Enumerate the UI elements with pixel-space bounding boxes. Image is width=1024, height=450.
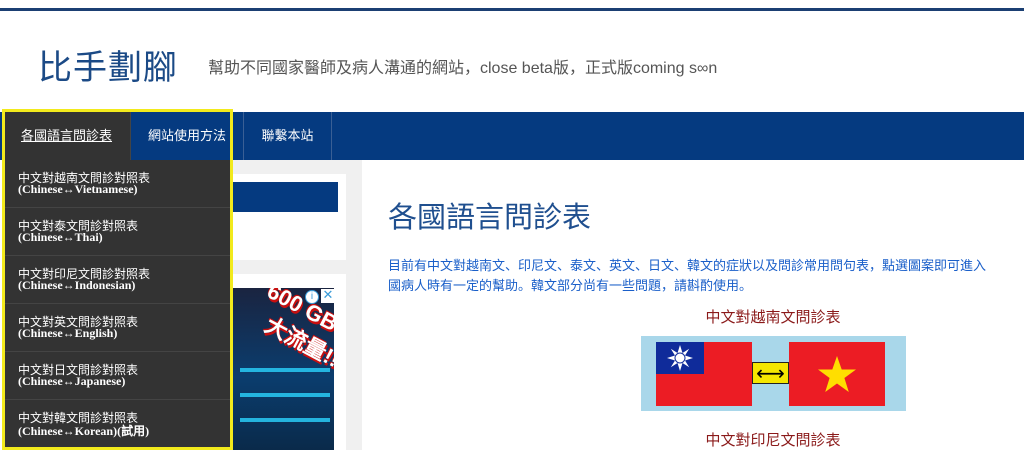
sun-icon <box>667 345 693 371</box>
double-arrow-icon: ⟷ <box>752 362 789 384</box>
dropdown-item-english[interactable]: 中文對英文問診對照表 (Chinese↔English) <box>3 304 232 352</box>
questionnaire-dropdown-menu: 中文對越南文問診對照表 (Chinese↔Vietnamese) 中文對泰文問診… <box>3 160 232 450</box>
nav-item-contact[interactable]: 聯繫本站 <box>244 112 332 160</box>
site-tagline: 幫助不同國家醫師及病人溝通的網站，close beta版，正式版coming s… <box>208 60 718 77</box>
dropdown-item-japanese[interactable]: 中文對日文問診對照表 (Chinese↔Japanese) <box>3 352 232 400</box>
intro-line: 目前有中文對越南文、印尼文、泰文、英文、日文、韓文的症狀以及問診常用問句表，點選… <box>388 258 987 273</box>
site-title[interactable]: 比手劃腳 <box>38 40 178 89</box>
dropdown-item-korean[interactable]: 中文對韓文問診對照表 (Chinese↔Korean)(試用) <box>3 400 232 448</box>
ad-stripe <box>240 393 330 397</box>
dropdown-item-subtitle: (Chinese↔Vietnamese) <box>18 182 138 196</box>
vietnam-flag-icon <box>789 342 885 406</box>
nav-item-how-to-use[interactable]: 網站使用方法 <box>131 112 244 160</box>
dropdown-item-indonesian[interactable]: 中文對印尼文問診對照表 (Chinese↔Indonesian) <box>3 256 232 304</box>
dropdown-item-thai[interactable]: 中文對泰文問診對照表 (Chinese↔Thai) <box>3 208 232 256</box>
sidebar-widget-bar <box>232 182 338 212</box>
taiwan-flag-canton <box>656 342 704 374</box>
dropdown-item-subtitle: (Chinese↔English) <box>18 326 118 340</box>
section-heading-vietnamese[interactable]: 中文對越南文問診表 <box>640 306 906 327</box>
top-rule <box>0 8 1024 11</box>
ad-stripe <box>240 418 330 422</box>
dropdown-item-vietnamese[interactable]: 中文對越南文問診對照表 (Chinese↔Vietnamese) <box>3 160 232 208</box>
section-heading-indonesian[interactable]: 中文對印尼文問診表 <box>640 429 906 450</box>
info-icon[interactable]: i <box>305 290 319 304</box>
dropdown-item-subtitle: (Chinese↔Japanese) <box>18 374 126 388</box>
nav-item-questionnaires[interactable]: 各國語言問診表 <box>3 112 131 160</box>
dropdown-item-subtitle: (Chinese↔Thai) <box>18 230 103 244</box>
page-title: 各國語言問診表 <box>388 202 592 234</box>
dropdown-item-subtitle: (Chinese↔Indonesian) <box>18 278 136 292</box>
ad-stripe <box>240 368 330 372</box>
close-icon[interactable]: ✕ <box>321 289 335 303</box>
main-navbar: 各國語言問診表 網站使用方法 聯繫本站 <box>0 112 1024 160</box>
dropdown-item-subtitle: (Chinese↔Korean)(試用) <box>18 424 150 438</box>
intro-line: 國病人時有一定的幫助。韓文部分尚有一些問題，請斟酌使用。 <box>388 278 753 293</box>
star-icon <box>818 356 856 392</box>
advertisement[interactable]: 600 GB 大流量!! <box>232 288 334 450</box>
intro-text: 目前有中文對越南文、印尼文、泰文、英文、日文、韓文的症狀以及問診常用問句表，點選… <box>388 256 1024 296</box>
